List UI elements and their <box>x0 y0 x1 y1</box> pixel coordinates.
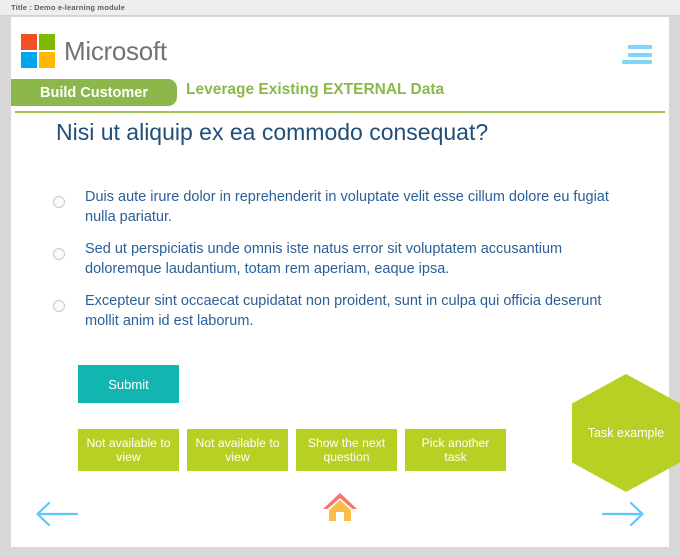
task-example-hexagon[interactable]: Task example <box>572 374 680 492</box>
logo-square-yellow <box>39 52 55 68</box>
microsoft-logo-icon <box>21 34 55 68</box>
brand-name: Microsoft <box>64 36 167 66</box>
action-button-1[interactable]: Not available to view <box>78 429 179 471</box>
question-title: Nisi ut aliquip ex ea commodo consequat? <box>56 119 489 145</box>
submit-button[interactable]: Submit <box>78 365 179 403</box>
home-icon[interactable] <box>320 487 360 527</box>
tab-build-customer[interactable]: Build Customer <box>11 79 177 106</box>
brand-lockup: Microsoft <box>21 34 167 68</box>
section-title: Leverage Existing EXTERNAL Data <box>186 81 445 98</box>
logo-square-green <box>39 34 55 50</box>
hamburger-bar-3 <box>622 60 652 64</box>
answer-option-label-3: Excepteur sint occaecat cupidatat non pr… <box>85 293 602 329</box>
action-button-4[interactable]: Pick another task <box>405 429 506 471</box>
answer-option-2[interactable]: Sed ut perspiciatis unde omnis iste natu… <box>53 239 653 279</box>
arrow-left-icon[interactable] <box>33 497 79 531</box>
answer-option-3[interactable]: Excepteur sint occaecat cupidatat non pr… <box>53 291 653 331</box>
answer-options-list: Duis aute irure dolor in reprehenderit i… <box>53 187 653 343</box>
radio-button-3[interactable] <box>53 300 65 312</box>
logo-square-red <box>21 34 37 50</box>
tab-underline-divider <box>15 111 665 113</box>
logo-square-blue <box>21 52 37 68</box>
slide-content-card: Microsoft Build Customer Leverage Existi… <box>11 17 680 547</box>
answer-option-label-1: Duis aute irure dolor in reprehenderit i… <box>85 189 609 225</box>
task-example-label: Task example <box>587 425 665 440</box>
arrow-right-icon[interactable] <box>601 497 647 531</box>
action-button-2[interactable]: Not available to view <box>187 429 288 471</box>
bottom-navigation <box>11 487 669 547</box>
hamburger-bar-1 <box>628 45 652 49</box>
window-title: Title : Demo e-learning module <box>11 3 125 12</box>
answer-option-1[interactable]: Duis aute irure dolor in reprehenderit i… <box>53 187 653 227</box>
window-titlebar: Title : Demo e-learning module <box>0 0 680 16</box>
tab-strip: Build Customer Leverage Existing EXTERNA… <box>11 79 669 124</box>
action-button-row: Not available to view Not available to v… <box>78 429 506 471</box>
radio-button-1[interactable] <box>53 196 65 208</box>
radio-button-2[interactable] <box>53 248 65 260</box>
app-window: Title : Demo e-learning module Microsoft… <box>0 0 680 558</box>
hamburger-menu-icon[interactable] <box>622 45 652 64</box>
answer-option-label-2: Sed ut perspiciatis unde omnis iste natu… <box>85 241 563 277</box>
action-button-3[interactable]: Show the next question <box>296 429 397 471</box>
hamburger-bar-2 <box>628 52 652 57</box>
